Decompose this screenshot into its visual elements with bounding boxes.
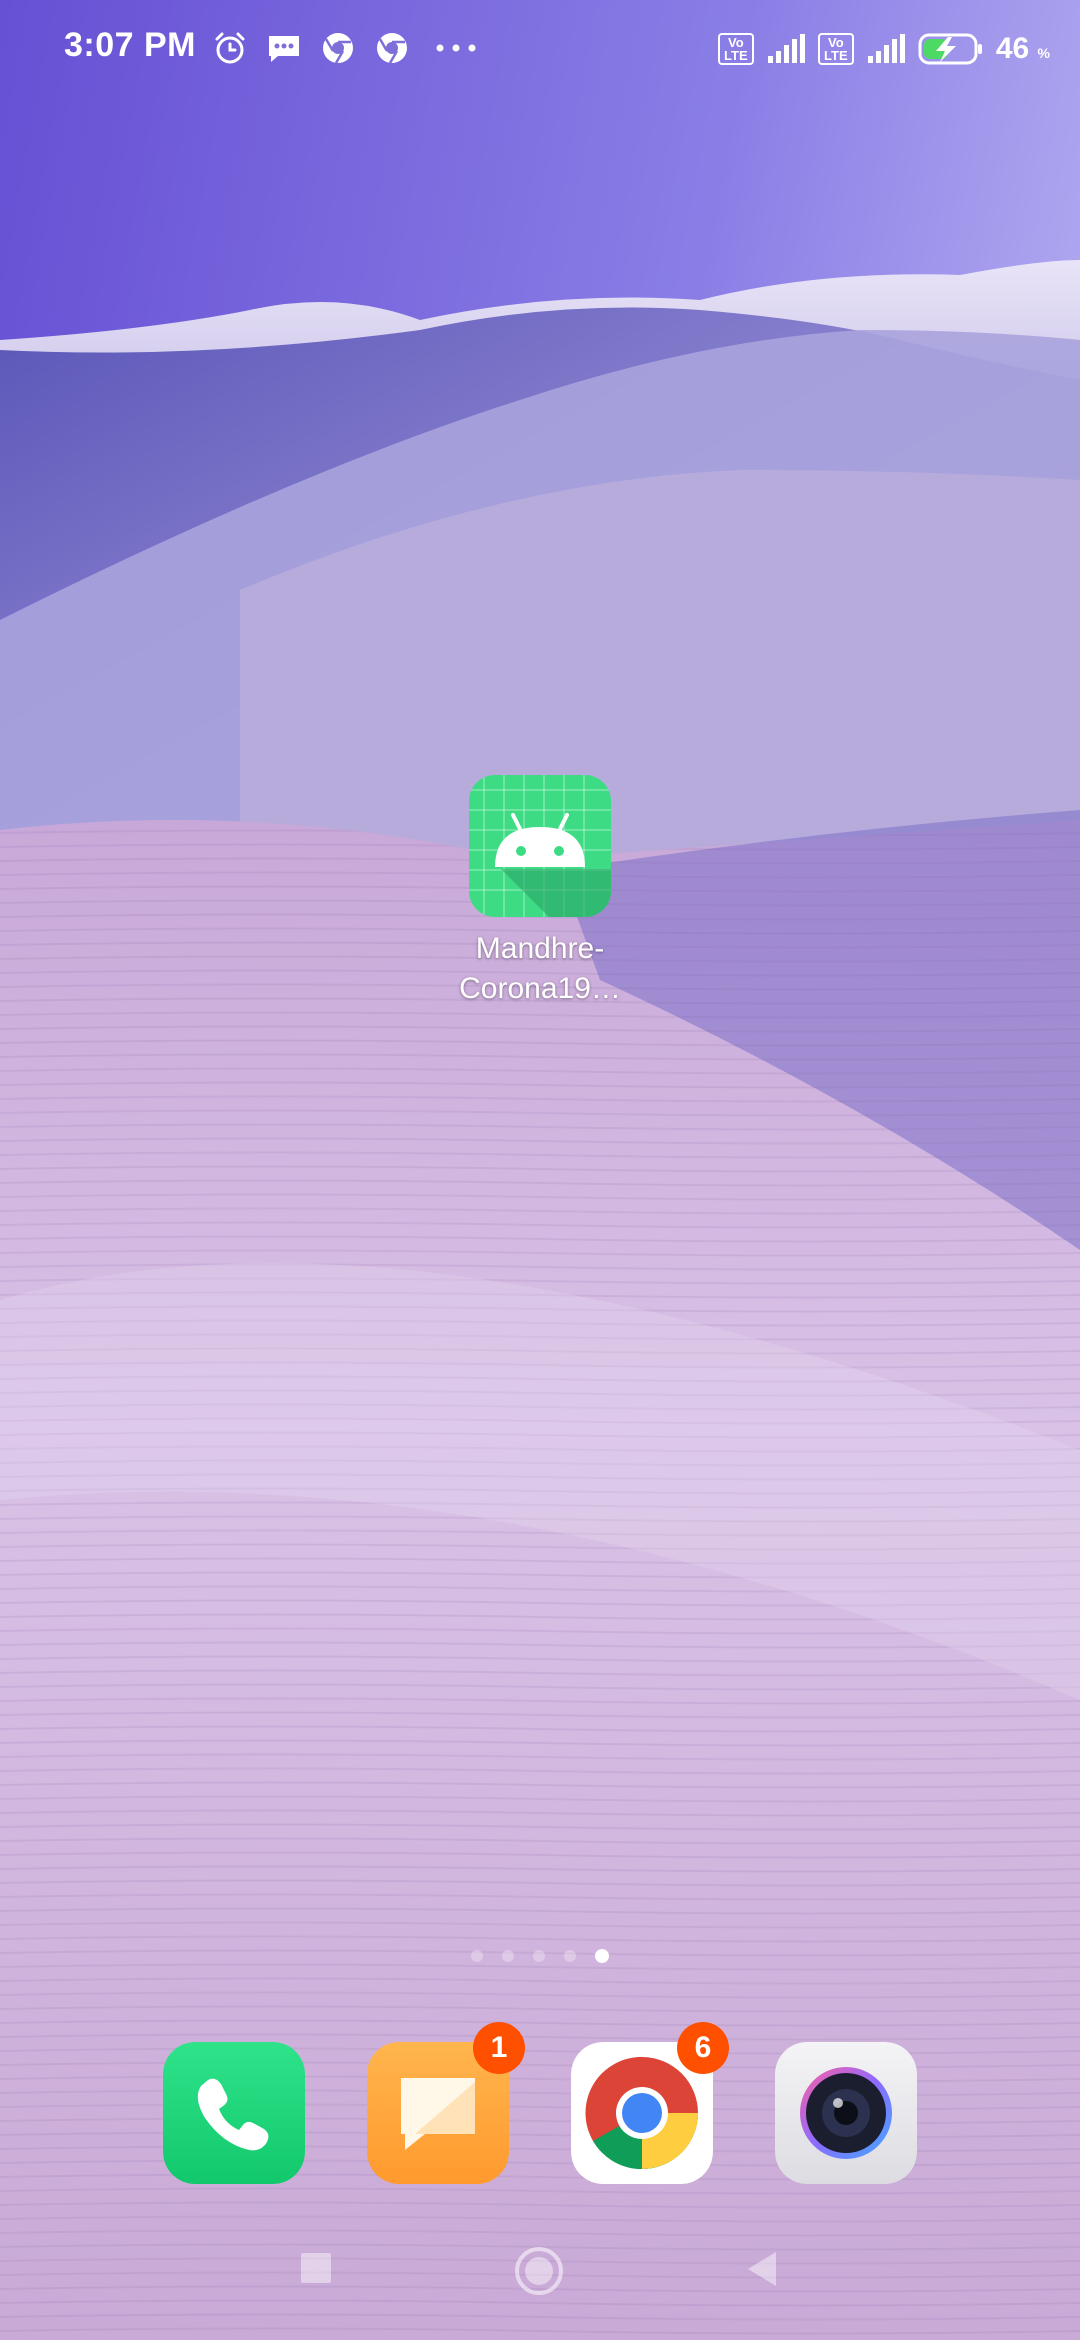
page-dot: [502, 1950, 514, 1962]
unread-badge: 1: [473, 2022, 525, 2074]
home-app-mandhre-corona19[interactable]: Mandhre- Corona19…: [450, 775, 630, 1009]
battery-percent: 46 %: [995, 32, 1050, 65]
page-dot: [533, 1950, 545, 1962]
back-icon[interactable]: [744, 2250, 780, 2288]
volte-icon: Vo LTE: [717, 33, 754, 65]
app-label: Mandhre- Corona19…: [459, 932, 621, 1005]
wallpaper: [0, 0, 1080, 2340]
android-icon: [469, 775, 611, 917]
dock-app-chrome[interactable]: 6: [571, 2022, 729, 2184]
message-icon: [269, 36, 299, 62]
dock-app-camera[interactable]: [775, 2042, 917, 2184]
phone-icon: [163, 2042, 305, 2184]
dock-app-messages[interactable]: 1: [367, 2022, 525, 2184]
recents-icon[interactable]: [298, 2250, 334, 2286]
volte-icon: Vo LTE: [817, 33, 854, 65]
navigation-bar: [0, 2240, 1080, 2320]
notification-icons: [212, 30, 484, 66]
battery-charging-icon: [918, 33, 982, 65]
chrome-icon: [323, 33, 353, 64]
page-indicator: [0, 1949, 1080, 1963]
camera-icon: [775, 2042, 917, 2184]
dock: 1 6: [163, 2022, 917, 2184]
page-dot: [564, 1950, 576, 1962]
chrome-icon: [377, 33, 407, 64]
status-right: Vo LTE Vo LTE 46 %: [717, 32, 1050, 66]
signal-icon: [867, 34, 905, 63]
status-time: 3:07 PM: [64, 26, 196, 64]
page-dot-active: [595, 1949, 609, 1963]
notification-badge: 6: [677, 2022, 729, 2074]
status-bar: 3:07 PM Vo LTE Vo LTE 46 %: [0, 0, 1080, 100]
more-icon: [436, 44, 476, 52]
page-dot: [471, 1950, 483, 1962]
home-icon[interactable]: [512, 2244, 566, 2298]
signal-icon: [767, 34, 805, 63]
dock-app-phone[interactable]: [163, 2042, 305, 2184]
alarm-icon: [215, 32, 245, 64]
